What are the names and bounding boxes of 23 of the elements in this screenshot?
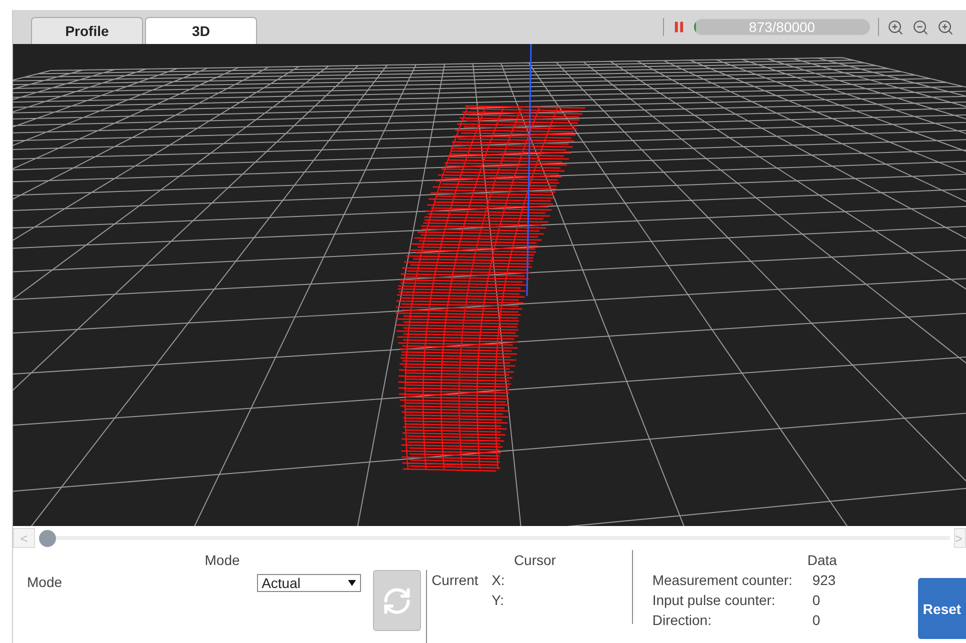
data-value: 923 (812, 571, 836, 590)
mode-label: Mode (27, 573, 62, 592)
zoom-out-icon[interactable] (912, 18, 929, 36)
zoom-in-icon[interactable] (887, 18, 904, 36)
reset-button[interactable]: Reset (918, 578, 966, 639)
tab[interactable]: Profile (31, 17, 143, 44)
section-title: Mode (204, 552, 240, 568)
coordinate-label: X: (492, 571, 506, 590)
refresh-icon (382, 586, 412, 616)
progress-text: 873/80000 (748, 19, 816, 35)
data-label: Direction: (652, 611, 712, 630)
data-value: 0 (812, 591, 820, 610)
section-title: Cursor (514, 552, 556, 568)
mode-select[interactable]: Actual (256, 574, 361, 592)
current-label: Current (432, 571, 480, 590)
caret-icon (348, 580, 356, 586)
data-label: Input pulse counter: (652, 591, 776, 610)
tab[interactable]: 3D (145, 17, 257, 44)
coordinate-label: Y: (492, 591, 506, 610)
data-value: 0 (812, 611, 820, 630)
section-title: Data (807, 552, 837, 568)
data-label: Measurement counter: (652, 571, 794, 590)
pause-icon[interactable] (672, 20, 686, 34)
